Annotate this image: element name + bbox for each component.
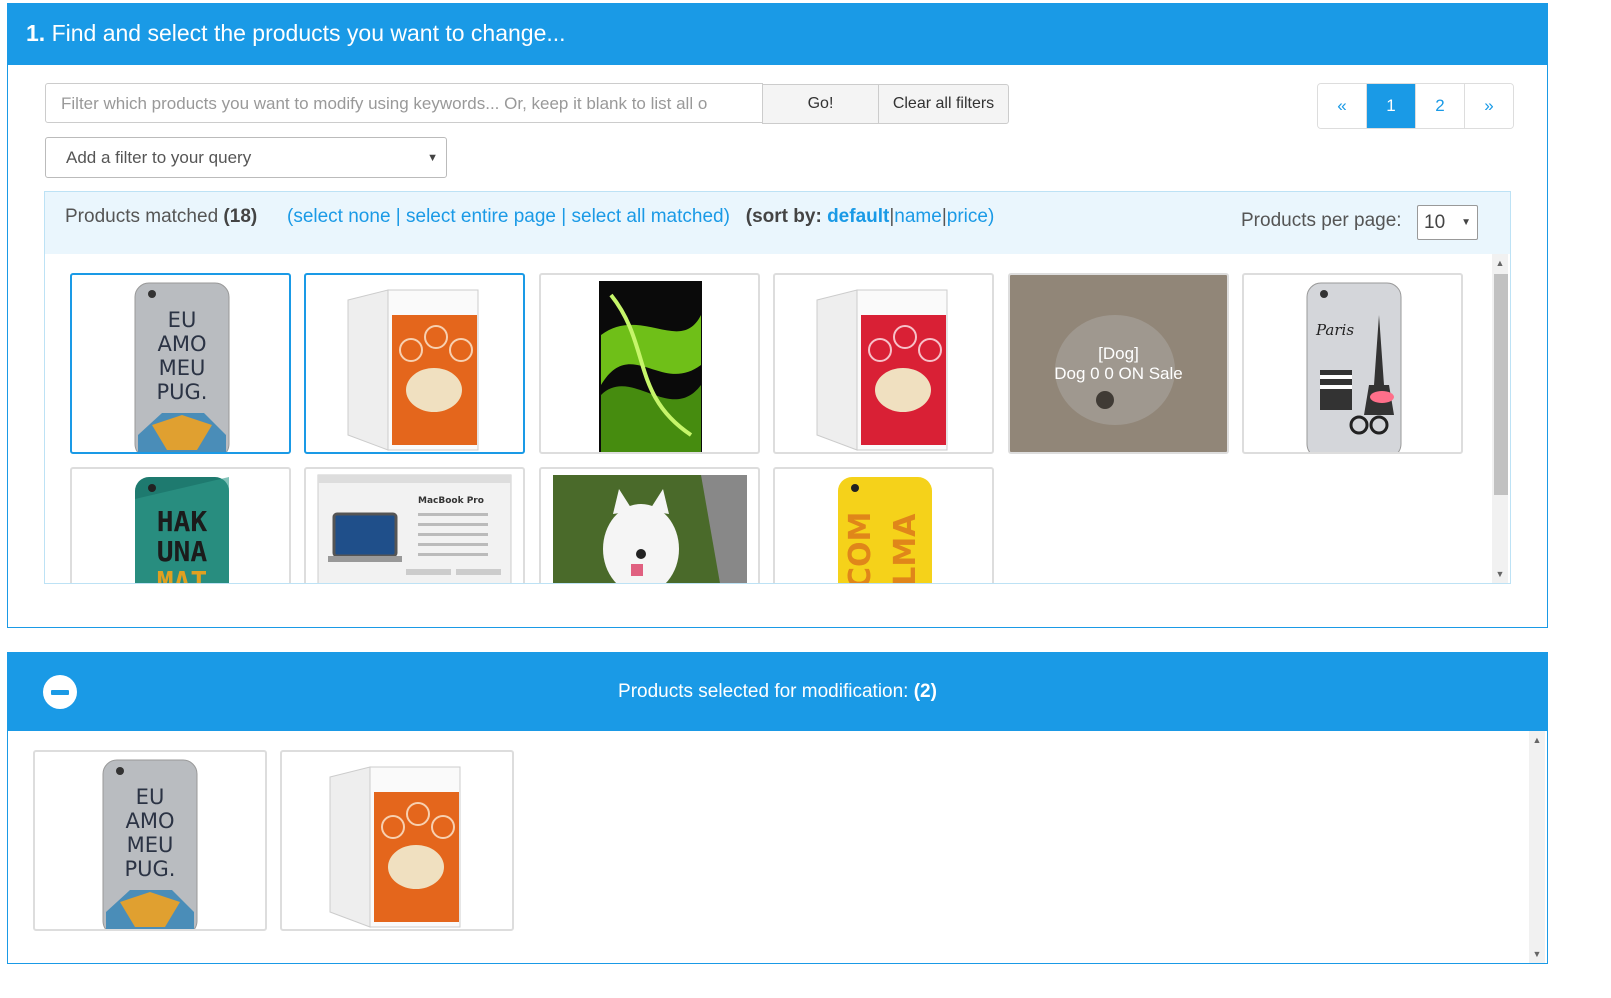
product-thumbnail xyxy=(599,281,702,452)
product-thumbnail xyxy=(553,475,747,583)
product-thumbnail: MacBook Pro xyxy=(317,474,512,583)
products-matched: Products matched (18) xyxy=(65,206,257,228)
products-matched-label: Products matched xyxy=(65,206,219,227)
scroll-down-icon[interactable]: ▼ xyxy=(1529,949,1545,959)
search-input[interactable]: Filter which products you want to modify… xyxy=(45,83,763,123)
product-list-header: Products matched (18) (select none | sel… xyxy=(45,192,1510,254)
svg-text:EU: EU xyxy=(168,308,197,332)
product-category: [Dog] xyxy=(1098,343,1139,363)
product-tile[interactable] xyxy=(304,273,525,454)
svg-text:MEU: MEU xyxy=(159,356,206,380)
product-thumbnail: EU AMO MEU PUG. xyxy=(102,759,198,929)
go-button[interactable]: Go! xyxy=(762,84,879,124)
separator: | xyxy=(561,206,567,227)
clear-filters-button[interactable]: Clear all filters xyxy=(878,84,1009,124)
per-page-value: 10 xyxy=(1424,212,1446,233)
sort-paren-close: ) xyxy=(987,206,995,227)
svg-text:UNA: UNA xyxy=(157,535,208,568)
svg-text:ALMA: ALMA xyxy=(888,513,923,583)
product-name: Dog 0 0 ON Sale xyxy=(1054,363,1183,383)
product-thumbnail: HAK UNA MAT xyxy=(135,477,229,583)
svg-text:EU: EU xyxy=(136,785,165,809)
product-tile[interactable] xyxy=(539,273,760,454)
selected-product-tile[interactable] xyxy=(280,750,514,931)
step-title: Find and select the products you want to… xyxy=(51,20,566,46)
scroll-up-icon[interactable]: ▲ xyxy=(1492,258,1508,268)
sort-name-link[interactable]: name xyxy=(894,206,942,227)
scroll-up-icon[interactable]: ▲ xyxy=(1529,735,1545,745)
product-tile[interactable] xyxy=(773,273,994,454)
select-all-matched-link[interactable]: select all matched xyxy=(572,206,724,227)
product-tile[interactable]: Paris xyxy=(1242,273,1463,454)
caret-down-icon: ▼ xyxy=(427,152,438,164)
product-thumbnail: COM ALMA xyxy=(838,477,932,583)
product-thumbnail: EU AMO MEU PUG. xyxy=(134,282,230,452)
product-list-box: Products matched (18) (select none | sel… xyxy=(44,191,1511,584)
product-tile[interactable]: COM ALMA xyxy=(773,467,994,583)
scrollbar-thumb[interactable] xyxy=(1494,274,1508,495)
product-thumbnail xyxy=(347,289,479,451)
product-tile[interactable]: EU AMO MEU PUG. xyxy=(70,273,291,454)
svg-text:PUG.: PUG. xyxy=(157,380,208,404)
sort-by-label: sort by: xyxy=(752,206,822,227)
svg-text:MEU: MEU xyxy=(127,833,174,857)
svg-text:COM: COM xyxy=(843,512,878,583)
svg-text:MAT: MAT xyxy=(157,565,208,583)
separator: | xyxy=(395,206,401,227)
pagination-page-2[interactable]: 2 xyxy=(1415,84,1464,128)
product-thumbnail xyxy=(816,289,948,451)
pagination-page-1[interactable]: 1 xyxy=(1366,84,1415,128)
selected-products-panel: Products selected for modification: (2) … xyxy=(7,652,1548,964)
svg-text:AMO: AMO xyxy=(125,809,174,833)
pagination-next[interactable]: » xyxy=(1464,84,1513,128)
step1-header: 1. Find and select the products you want… xyxy=(8,4,1547,65)
svg-text:AMO: AMO xyxy=(157,332,206,356)
pagination-prev[interactable]: « xyxy=(1318,84,1366,128)
product-tile[interactable]: MacBook Pro xyxy=(304,467,525,583)
svg-text:PUG.: PUG. xyxy=(125,857,176,881)
product-thumbnail xyxy=(329,766,461,928)
select-none-link[interactable]: select none xyxy=(293,206,390,227)
svg-text:Paris: Paris xyxy=(1315,321,1354,339)
step-number: 1. xyxy=(26,20,46,46)
sort-default-link[interactable]: default xyxy=(827,206,889,227)
sort-price-link[interactable]: price xyxy=(947,206,988,227)
selected-products-grid: EU AMO MEU PUG. xyxy=(8,731,1547,963)
product-tile[interactable]: HAK UNA MAT xyxy=(70,467,291,583)
per-page-select[interactable]: 10 ▼ xyxy=(1417,205,1478,240)
select-entire-page-link[interactable]: select entire page xyxy=(406,206,556,227)
selected-list-scrollbar[interactable]: ▲ ▼ xyxy=(1529,731,1545,963)
find-products-panel: 1. Find and select the products you want… xyxy=(7,3,1548,628)
caret-down-icon: ▼ xyxy=(1461,217,1471,228)
product-tile[interactable] xyxy=(539,467,760,583)
svg-text:HAK: HAK xyxy=(157,505,208,538)
selected-label: Products selected for modification: xyxy=(618,681,909,702)
pagination: « 1 2 » xyxy=(1317,83,1514,129)
selected-product-tile[interactable]: EU AMO MEU PUG. xyxy=(33,750,267,931)
collapse-minus-icon[interactable] xyxy=(43,675,77,709)
product-thumbnail: Paris xyxy=(1306,282,1402,452)
product-grid: EU AMO MEU PUG. [Dog] Dog 0 0 ON Sale Pa… xyxy=(45,254,1492,583)
svg-text:MacBook Pro: MacBook Pro xyxy=(418,496,484,506)
selected-count: (2) xyxy=(913,681,937,702)
add-filter-select-value: Add a filter to your query xyxy=(66,148,252,167)
product-hover-overlay: [Dog] Dog 0 0 ON Sale xyxy=(1010,275,1227,452)
selection-links: (select none | select entire page | sele… xyxy=(287,206,994,228)
selected-products-header: Products selected for modification: (2) xyxy=(8,653,1547,731)
paren-close: ) xyxy=(723,206,730,227)
per-page-label: Products per page: xyxy=(1241,210,1402,231)
products-matched-count: (18) xyxy=(223,206,258,227)
scroll-down-icon[interactable]: ▼ xyxy=(1492,569,1508,579)
product-tile[interactable]: [Dog] Dog 0 0 ON Sale xyxy=(1008,273,1229,454)
add-filter-select[interactable]: Add a filter to your query ▼ xyxy=(45,137,447,178)
product-list-scrollbar[interactable]: ▲ ▼ xyxy=(1492,254,1508,583)
